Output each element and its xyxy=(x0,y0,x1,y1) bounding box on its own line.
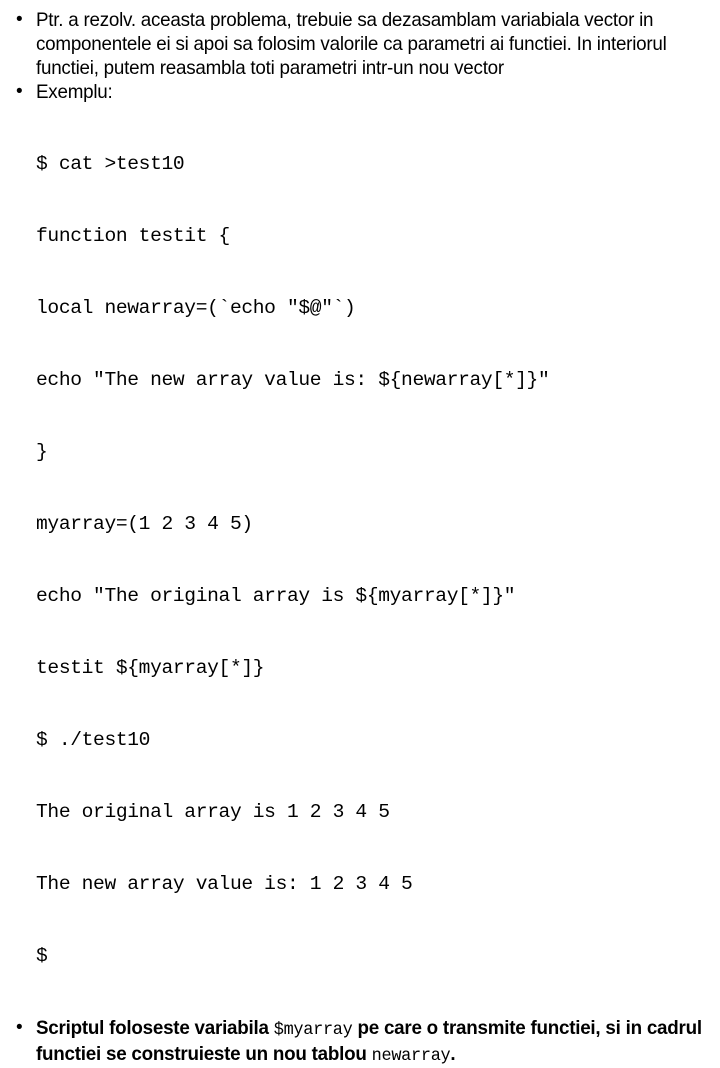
code-line: $ cat >test10 xyxy=(36,153,185,175)
conclusion-variable-newarray: newarray xyxy=(371,1046,451,1066)
code-line: echo "The new array value is: ${newarray… xyxy=(36,369,550,391)
code-line: $ ./test10 xyxy=(36,729,151,751)
slide-bullet-list: • Ptr. a rezolv. aceasta problema, trebu… xyxy=(4,8,716,104)
bullet-item-conclusion: • Scriptul foloseste variabila $myarray … xyxy=(4,1016,716,1068)
slide-canvas: • Ptr. a rezolv. aceasta problema, trebu… xyxy=(0,0,720,1066)
code-line: $ xyxy=(36,945,48,967)
bullet-item-intro: • Ptr. a rezolv. aceasta problema, trebu… xyxy=(4,8,716,80)
code-line: The original array is 1 2 3 4 5 xyxy=(36,801,390,823)
shell-code-block: $ cat >test10 function testit { local ne… xyxy=(4,104,716,1016)
conclusion-text-part-1: Scriptul foloseste variabila xyxy=(36,1017,274,1039)
bullet-point-icon: • xyxy=(16,1017,23,1038)
code-line: testit ${myarray[*]} xyxy=(36,657,265,679)
code-line: local newarray=(`echo "$@"`) xyxy=(36,297,356,319)
conclusion-paragraph: Scriptul foloseste variabila $myarray pe… xyxy=(36,1016,716,1068)
intro-paragraph-text: Ptr. a rezolv. aceasta problema, trebuie… xyxy=(36,9,667,79)
code-line: The new array value is: 1 2 3 4 5 xyxy=(36,873,413,895)
bullet-point-icon: • xyxy=(16,81,23,102)
code-line: function testit { xyxy=(36,225,230,247)
example-label-text: Exemplu: xyxy=(36,81,113,103)
slide-bullet-list-conclusion: • Scriptul foloseste variabila $myarray … xyxy=(4,1016,716,1068)
bullet-item-example-label: • Exemplu: xyxy=(4,80,716,104)
code-line: echo "The original array is ${myarray[*]… xyxy=(36,585,516,607)
code-line: myarray=(1 2 3 4 5) xyxy=(36,513,253,535)
conclusion-variable-myarray: $myarray xyxy=(273,1020,353,1040)
bullet-point-icon: • xyxy=(16,9,23,30)
code-line: } xyxy=(36,441,48,463)
conclusion-text-part-3: . xyxy=(450,1043,456,1065)
